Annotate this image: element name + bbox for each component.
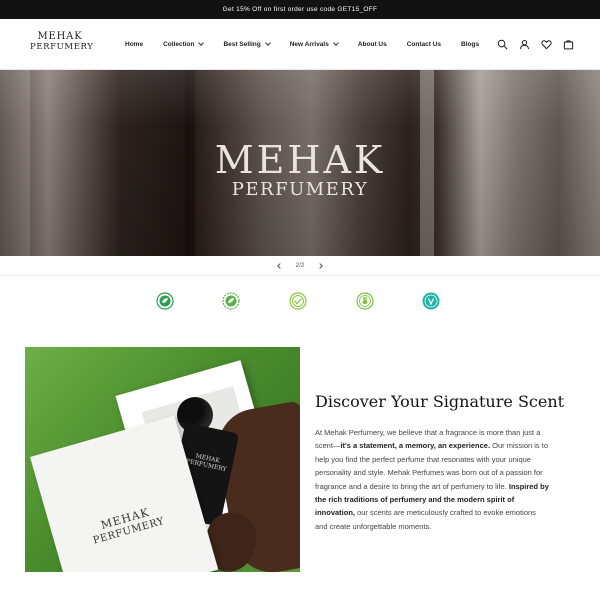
slider-controls: 2/2 xyxy=(0,256,600,276)
hero-logo-line2: PERFUMERY xyxy=(231,179,369,200)
vegan-badge-icon xyxy=(422,292,440,310)
about-paragraph: At Mehak Perfumery, we believe that a fr… xyxy=(315,426,550,533)
site-header: MEHAK PERFUMERY Home Collection Best Sel… xyxy=(0,19,600,70)
main-nav: Home Collection Best Selling New Arrival… xyxy=(125,19,499,70)
about-heading: Discover Your Signature Scent xyxy=(315,392,565,411)
nav-item-label: New Arrivals xyxy=(289,41,329,48)
cart-icon[interactable] xyxy=(562,39,574,51)
leaf-badge-icon xyxy=(222,292,240,310)
nav-item-home[interactable]: Home xyxy=(125,41,143,48)
hero-banner: MEHAK PERFUMERY xyxy=(0,70,600,256)
nav-item-label: Contact Us xyxy=(406,41,442,48)
wishlist-icon[interactable] xyxy=(540,39,552,51)
nav-item-label: Blogs xyxy=(461,41,480,48)
nav-item-label: About Us xyxy=(357,41,387,48)
slider-prev-button[interactable] xyxy=(273,259,287,273)
nav-item-label: Home xyxy=(125,41,144,48)
hero-logo-line1: MEHAK xyxy=(214,138,386,182)
eco-badge-icon xyxy=(156,292,174,310)
natural-badge-icon xyxy=(289,292,307,310)
about-emphasis-1: it's a statement, a memory, an experienc… xyxy=(340,441,491,451)
logo-line1: MEHAK xyxy=(37,31,83,42)
product-image: MEHAK PERFUMERY MEHAK PERFUMERY xyxy=(25,347,300,572)
nav-item-new-arrivals[interactable]: New Arrivals xyxy=(289,40,339,48)
site-logo[interactable]: MEHAK PERFUMERY xyxy=(30,31,94,53)
search-icon[interactable] xyxy=(496,39,508,51)
nav-item-blogs[interactable]: Blogs xyxy=(461,41,479,48)
feature-badges xyxy=(0,292,600,312)
logo-line2: PERFUMERY xyxy=(30,42,94,52)
announcement-text: Get 15% Off on first order use code GET1… xyxy=(222,6,378,13)
slider-next-button[interactable] xyxy=(313,259,327,273)
announcement-bar: Get 15% Off on first order use code GET1… xyxy=(0,0,600,19)
chevron-down-icon xyxy=(333,40,339,46)
nav-item-about-us[interactable]: About Us xyxy=(358,41,387,48)
hero-logo: MEHAK PERFUMERY xyxy=(200,140,400,200)
chevron-down-icon xyxy=(264,40,271,46)
nav-item-best-selling[interactable]: Best Selling xyxy=(223,40,271,48)
header-icons xyxy=(486,19,574,70)
account-icon[interactable] xyxy=(518,39,530,51)
about-section: Discover Your Signature Scent At Mehak P… xyxy=(315,392,565,533)
chevron-down-icon xyxy=(198,40,205,46)
slide-counter: 2/2 xyxy=(295,262,305,269)
nav-item-label: Best Selling xyxy=(223,41,261,48)
nav-item-contact-us[interactable]: Contact Us xyxy=(407,41,441,48)
cruelty-free-badge-icon xyxy=(356,292,374,310)
nav-item-label: Collection xyxy=(163,41,195,48)
chevron-left-icon xyxy=(277,262,284,269)
chevron-right-icon xyxy=(316,262,323,269)
nav-item-collection[interactable]: Collection xyxy=(163,40,205,48)
